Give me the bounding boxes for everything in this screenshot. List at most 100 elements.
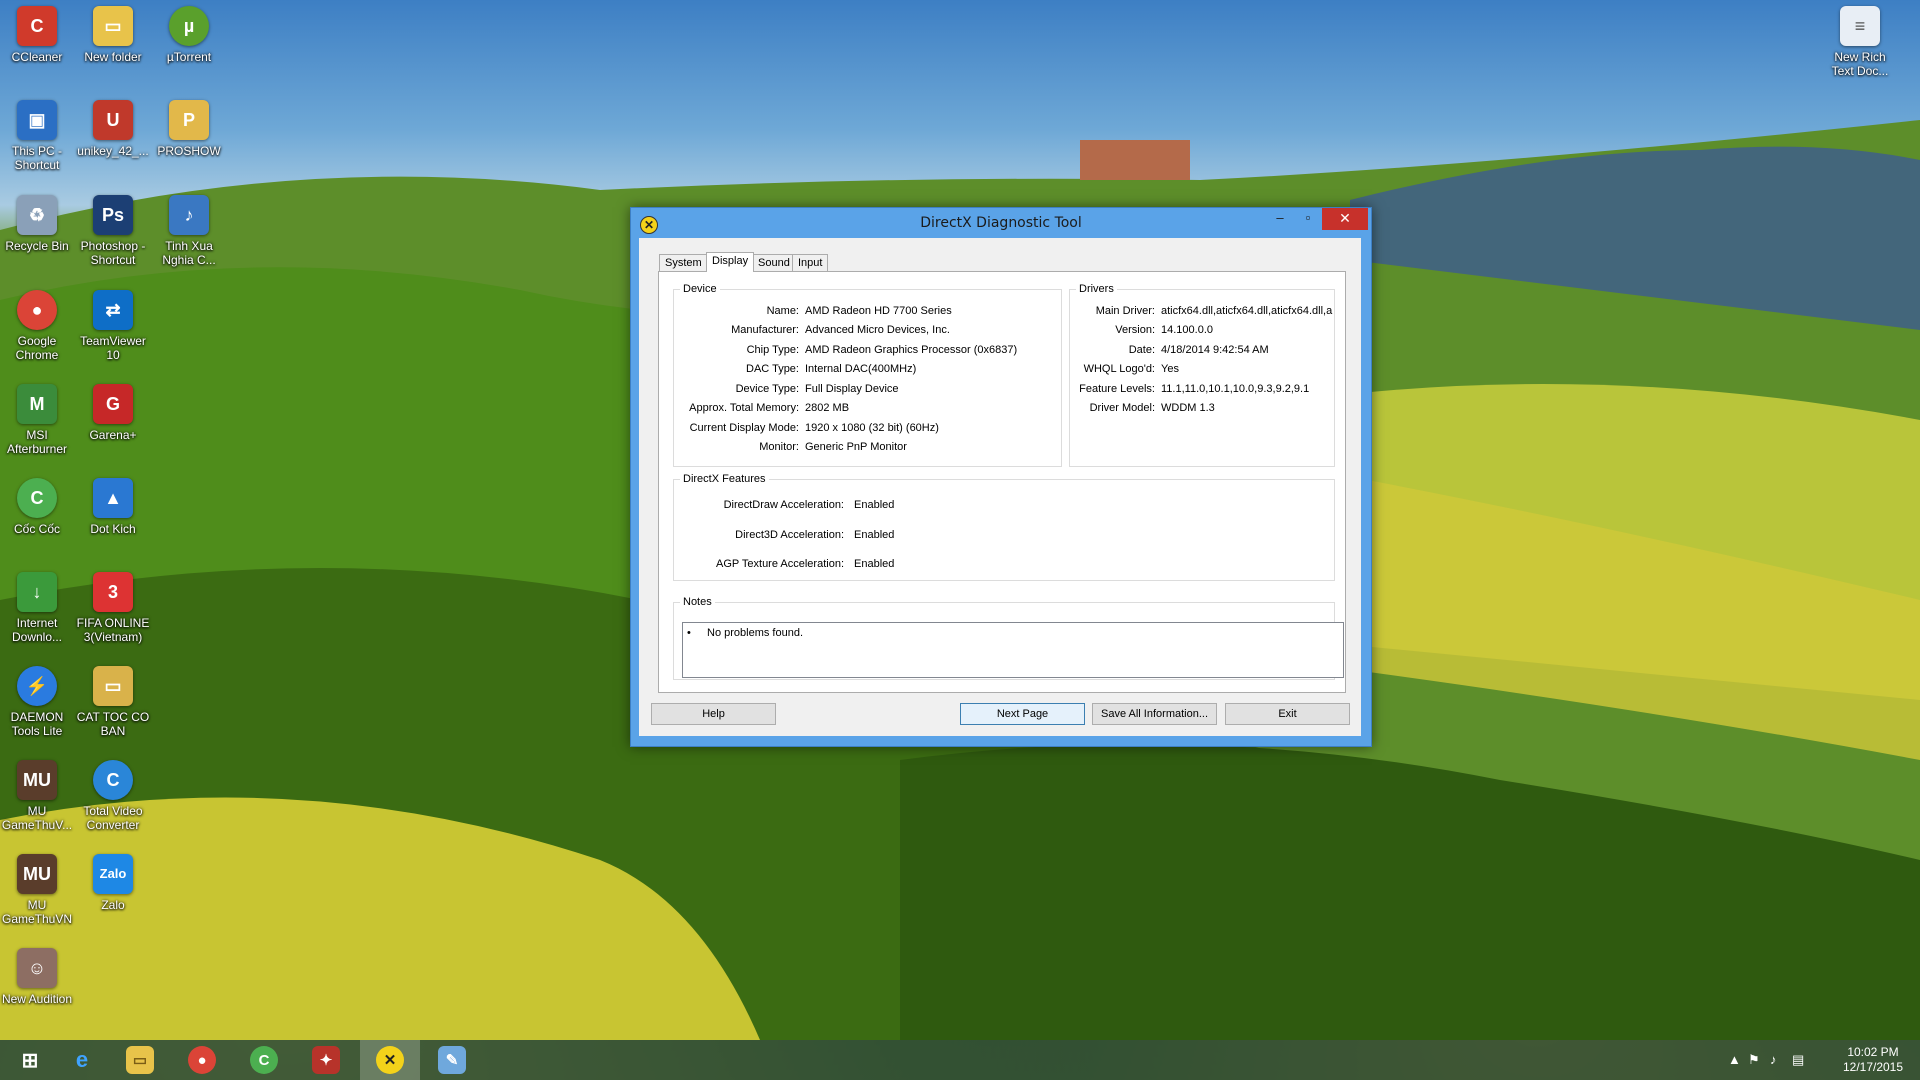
desktop-icon-new-folder[interactable]: ▭ New folder <box>76 6 150 64</box>
volume-icon[interactable]: ♪ <box>1770 1052 1777 1067</box>
desktop-icon-label: MSI Afterburner <box>6 428 68 456</box>
feature-value: Enabled <box>854 558 895 570</box>
fifa-icon: 3 <box>93 572 133 612</box>
desktop-icon-total-video-converter[interactable]: C Total Video Converter <box>76 760 150 832</box>
desktop-icon-new-audition[interactable]: ☺ New Audition <box>0 948 74 1006</box>
driver-label: WHQL Logo'd: <box>1083 363 1155 375</box>
device-group: Device Name: AMD Radeon HD 7700 Series M… <box>673 283 1062 467</box>
desktop-icon-cat-toc[interactable]: ▭ CAT TOC CO BAN <box>76 666 150 738</box>
window-client: System Display Sound Input Device Name: … <box>639 238 1361 736</box>
desktop-icon-coccoc[interactable]: C Cốc Cốc <box>0 478 74 536</box>
start-button[interactable]: ⊞ <box>0 1040 60 1080</box>
desktop-icon-msi-afterburner[interactable]: M MSI Afterburner <box>0 384 74 456</box>
tab-system[interactable]: System <box>659 254 708 271</box>
show-hidden-icons-icon[interactable]: ▲ <box>1728 1052 1741 1067</box>
desktop-icon-label: DAEMON Tools Lite <box>10 710 64 738</box>
desktop-icon-label: Garena+ <box>89 428 137 442</box>
desktop-icon-label: Internet Downlo... <box>11 616 63 644</box>
features-legend: DirectX Features <box>683 473 766 485</box>
file-explorer-icon: ▭ <box>126 1046 154 1074</box>
tab-input[interactable]: Input <box>792 254 829 271</box>
daemon-tools-icon: ⚡ <box>17 666 57 706</box>
driver-row-version: Version: 14.100.0.0 <box>1070 324 1330 338</box>
device-label: Monitor: <box>759 441 799 453</box>
tab-sound[interactable]: Sound <box>752 254 796 271</box>
device-row-chip-type: Chip Type: AMD Radeon Graphics Processor… <box>674 344 1054 358</box>
teamviewer-icon: ⇄ <box>93 290 133 330</box>
game-icon: ✦ <box>312 1046 340 1074</box>
desktop-icon-mu-gamethuvn[interactable]: MU MU GameThuVN <box>0 854 74 926</box>
desktop-icon-mp3[interactable]: ♪ Tinh Xua Nghia C... <box>152 195 226 267</box>
desktop-icon-chrome[interactable]: ● Google Chrome <box>0 290 74 362</box>
recycle-bin-icon: ♻ <box>17 195 57 235</box>
taskbar-game[interactable]: ✦ <box>296 1040 356 1080</box>
device-legend: Device <box>683 283 717 295</box>
desktop-icon-this-pc[interactable]: ▣ This PC - Shortcut <box>0 100 74 172</box>
idm-icon: ↓ <box>17 572 57 612</box>
device-value: Full Display Device <box>805 383 899 395</box>
desktop-icon-label: This PC - Shortcut <box>11 144 62 172</box>
notes-textbox[interactable]: • No problems found. <box>682 622 1344 678</box>
feature-row-direct3d: Direct3D Acceleration: Enabled <box>674 529 1324 543</box>
desktop-icon-teamviewer[interactable]: ⇄ TeamViewer 10 <box>76 290 150 362</box>
desktop-icon-label: New folder <box>84 50 142 64</box>
desktop-icon-mu-game[interactable]: MU MU GameThuV... <box>0 760 74 832</box>
network-icon[interactable]: ▤ <box>1792 1052 1804 1068</box>
tab-display[interactable]: Display <box>706 252 755 272</box>
taskbar-paint[interactable]: ✎ <box>422 1040 482 1080</box>
taskbar-coccoc[interactable]: C <box>234 1040 294 1080</box>
desktop-icon-new-rich-text[interactable]: ≡ New Rich Text Doc... <box>1823 6 1897 78</box>
desktop-icon-label: unikey_42_... <box>77 144 149 158</box>
taskbar-directx[interactable]: ✕ <box>360 1040 420 1080</box>
maximize-button[interactable]: ▫ <box>1294 208 1322 230</box>
taskbar-internet-explorer[interactable]: e <box>52 1040 112 1080</box>
exit-button[interactable]: Exit <box>1225 703 1350 725</box>
driver-value: WDDM 1.3 <box>1161 402 1215 414</box>
taskbar-chrome[interactable]: ● <box>172 1040 232 1080</box>
help-button[interactable]: Help <box>651 703 776 725</box>
desktop-icon-label: FIFA ONLINE 3(Vietnam) <box>76 616 150 644</box>
drivers-group: Drivers Main Driver: aticfx64.dll,aticfx… <box>1069 283 1335 467</box>
device-label: Chip Type: <box>746 344 799 356</box>
bullet-icon: • <box>687 627 691 639</box>
device-value: 1920 x 1080 (32 bit) (60Hz) <box>805 422 939 434</box>
desktop-icon-proshow[interactable]: P PROSHOW <box>152 100 226 158</box>
device-label: DAC Type: <box>746 363 799 375</box>
clock[interactable]: 10:02 PM 12/17/2015 <box>1838 1045 1908 1075</box>
desktop-icon-garena[interactable]: G Garena+ <box>76 384 150 442</box>
device-label: Manufacturer: <box>731 324 799 336</box>
driver-label: Main Driver: <box>1095 305 1155 317</box>
device-label: Current Display Mode: <box>689 422 799 434</box>
photoshop-icon: Ps <box>93 195 133 235</box>
desktop-icon-photoshop[interactable]: Ps Photoshop - Shortcut <box>76 195 150 267</box>
this-pc-icon: ▣ <box>17 100 57 140</box>
desktop-icon-utorrent[interactable]: µ µTorrent <box>152 6 226 64</box>
desktop-icon-daemon-tools[interactable]: ⚡ DAEMON Tools Lite <box>0 666 74 738</box>
driver-value: aticfx64.dll,aticfx64.dll,aticfx64.dll,a <box>1161 305 1333 317</box>
desktop-icon-dotkich[interactable]: ▲ Dot Kich <box>76 478 150 536</box>
desktop-icon-label: Google Chrome <box>15 334 59 362</box>
next-page-button[interactable]: Next Page <box>960 703 1085 725</box>
desktop-icon-ccleaner[interactable]: C CCleaner <box>0 6 74 64</box>
close-button[interactable]: ✕ <box>1322 208 1368 230</box>
desktop-icon-recycle-bin[interactable]: ♻ Recycle Bin <box>0 195 74 253</box>
device-row-manufacturer: Manufacturer: Advanced Micro Devices, In… <box>674 324 1054 338</box>
desktop-icon-zalo[interactable]: Zalo Zalo <box>76 854 150 912</box>
action-center-icon[interactable]: ⚑ <box>1748 1052 1760 1068</box>
desktop-icon-unikey[interactable]: U unikey_42_... <box>76 100 150 158</box>
desktop-icon-fifa[interactable]: 3 FIFA ONLINE 3(Vietnam) <box>76 572 150 644</box>
device-row-name: Name: AMD Radeon HD 7700 Series <box>674 305 1054 319</box>
document-icon: ≡ <box>1840 6 1880 46</box>
device-row-memory: Approx. Total Memory: 2802 MB <box>674 402 1054 416</box>
directx-icon: ✕ <box>376 1046 404 1074</box>
folder-icon: ▭ <box>93 666 133 706</box>
desktop-icon-label: Zalo <box>101 898 125 912</box>
desktop-icon-idm[interactable]: ↓ Internet Downlo... <box>0 572 74 644</box>
driver-value: 14.100.0.0 <box>1161 324 1213 336</box>
window-titlebar[interactable]: ✕ DirectX Diagnostic Tool – ▫ ✕ <box>631 208 1371 238</box>
taskbar-file-explorer[interactable]: ▭ <box>110 1040 170 1080</box>
notes-item: No problems found. <box>707 627 803 639</box>
minimize-button[interactable]: – <box>1266 208 1294 230</box>
device-row-dac-type: DAC Type: Internal DAC(400MHz) <box>674 363 1054 377</box>
save-all-information-button[interactable]: Save All Information... <box>1092 703 1217 725</box>
